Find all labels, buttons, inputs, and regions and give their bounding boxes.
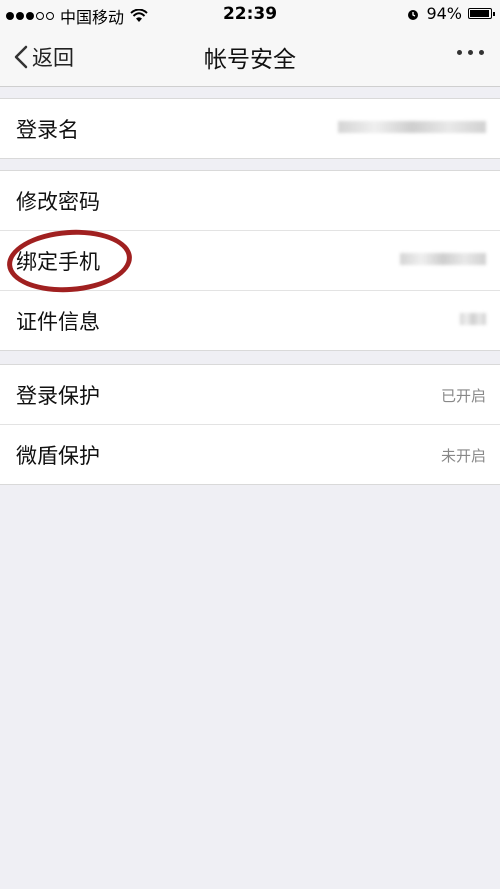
settings-row-shield-protection[interactable]: 微盾保护 未开启 [0,425,500,484]
settings-group-account: 登录名 [0,98,500,159]
blurred-id-info [460,313,486,325]
settings-row-login-name[interactable]: 登录名 [0,99,500,158]
settings-row-login-protection[interactable]: 登录保护 已开启 [0,365,500,425]
shield-protection-status: 未开启 [440,447,486,465]
row-label: 登录保护 [16,384,100,408]
more-dot-icon [457,50,462,55]
page-title: 帐号安全 [204,47,296,73]
blurred-login-name [338,121,486,133]
row-label: 修改密码 [16,190,100,214]
status-bar: 中国移动 22:39 94% [0,0,500,28]
alarm-icon [408,9,419,20]
nav-bar: 返回 帐号安全 [0,28,500,87]
settings-row-change-password[interactable]: 修改密码 [0,171,500,231]
row-label: 证件信息 [16,310,100,334]
more-dot-icon [468,50,473,55]
more-button[interactable] [457,50,484,55]
status-right: 94% [406,4,495,23]
row-label: 登录名 [16,118,79,142]
login-protection-status: 已开启 [440,387,486,405]
settings-group-protection: 登录保护 已开启 微盾保护 未开启 [0,364,500,485]
blurred-phone-number [400,253,486,265]
more-dot-icon [479,50,484,55]
settings-row-id-info[interactable]: 证件信息 [0,291,500,350]
row-label: 微盾保护 [16,444,100,468]
battery-icon [468,8,495,19]
battery-percent: 94% [426,4,462,23]
